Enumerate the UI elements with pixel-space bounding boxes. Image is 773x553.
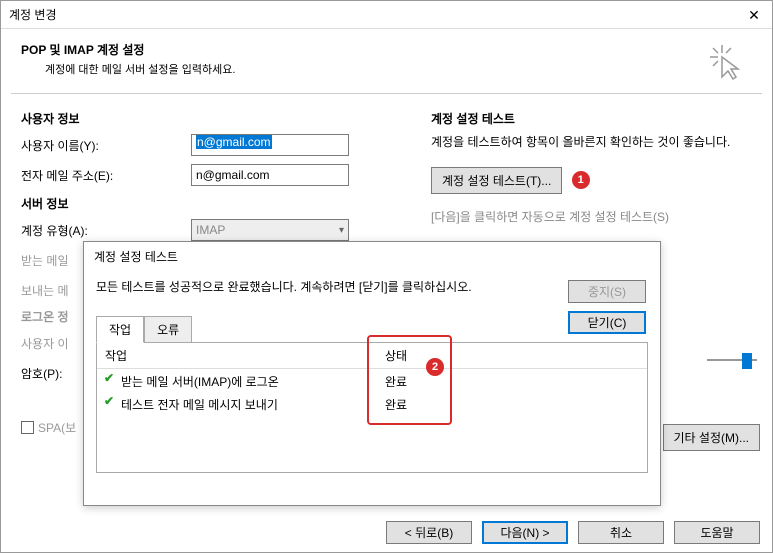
chevron-down-icon: ▾ [339, 225, 344, 236]
col-header-status: 상태 [377, 343, 647, 368]
annotation-badge-1: 1 [572, 171, 590, 189]
user-info-heading: 사용자 정보 [21, 110, 411, 127]
divider [11, 93, 762, 94]
spa-checkbox[interactable] [21, 421, 34, 434]
server-info-heading: 서버 정보 [21, 195, 411, 212]
username-label: 사용자 이름(Y): [21, 137, 191, 154]
header-title: POP 및 IMAP 계정 설정 [21, 41, 706, 58]
task-text: 테스트 전자 메일 메시지 보내기 [121, 394, 377, 413]
account-change-dialog: 계정 변경 ✕ POP 및 IMAP 계정 설정 계정에 대한 메일 서버 설정… [0, 0, 773, 553]
spa-label-partial: SPA(보 [38, 419, 76, 436]
task-status: 완료 [377, 371, 647, 390]
result-tabs: 작업 오류 [96, 315, 648, 343]
header-subtitle: 계정에 대한 메일 서버 설정을 입력하세요. [45, 61, 706, 77]
account-type-label: 계정 유형(A): [21, 222, 191, 239]
cursor-sparkle-icon [706, 41, 746, 81]
col-header-task: 작업 [97, 343, 377, 368]
help-button[interactable]: 도움말 [674, 521, 760, 544]
table-row: ✔ 받는 메일 서버(IMAP)에 로그온 완료 [97, 369, 647, 392]
username-input[interactable]: n@gmail.com [191, 134, 349, 156]
cancel-button[interactable]: 취소 [578, 521, 664, 544]
header: POP 및 IMAP 계정 설정 계정에 대한 메일 서버 설정을 입력하세요. [1, 29, 772, 89]
other-settings-button[interactable]: 기타 설정(M)... [663, 424, 761, 451]
stop-button: 중지(S) [568, 280, 646, 303]
table-row: ✔ 테스트 전자 메일 메시지 보내기 완료 [97, 392, 647, 415]
task-status: 완료 [377, 394, 647, 413]
back-button[interactable]: < 뒤로(B) [386, 521, 472, 544]
task-text: 받는 메일 서버(IMAP)에 로그온 [121, 371, 377, 390]
wizard-buttons: < 뒤로(B) 다음(N) > 취소 도움말 [386, 521, 760, 544]
window-title: 계정 변경 [9, 6, 57, 23]
email-label: 전자 메일 주소(E): [21, 167, 191, 184]
test-description: 계정을 테스트하여 항목이 올바른지 확인하는 것이 좋습니다. [431, 133, 752, 151]
slider-thumb[interactable] [742, 353, 752, 369]
next-button[interactable]: 다음(N) > [482, 521, 568, 544]
task-table: 작업 상태 ✔ 받는 메일 서버(IMAP)에 로그온 완료 ✔ 테스트 전자 … [96, 343, 648, 473]
close-icon[interactable]: ✕ [744, 5, 764, 25]
check-icon: ✔ [97, 371, 121, 390]
tab-tasks[interactable]: 작업 [96, 316, 144, 343]
tab-errors[interactable]: 오류 [144, 316, 192, 343]
slider-partial[interactable] [707, 351, 762, 371]
account-type-select: IMAP ▾ [191, 219, 349, 241]
test-account-button[interactable]: 계정 설정 테스트(T)... [431, 167, 562, 194]
test-results-dialog: 계정 설정 테스트 모든 테스트를 성공적으로 완료했습니다. 계속하려면 [닫… [83, 241, 661, 506]
titlebar: 계정 변경 ✕ [1, 1, 772, 29]
inner-dialog-title: 계정 설정 테스트 [84, 242, 660, 270]
check-icon: ✔ [97, 394, 121, 413]
inner-success-message: 모든 테스트를 성공적으로 완료했습니다. 계속하려면 [닫기]를 클릭하십시오… [96, 278, 648, 295]
test-heading: 계정 설정 테스트 [431, 110, 752, 127]
auto-test-label-partial: [다음]을 클릭하면 자동으로 계정 설정 테스트(S) [431, 210, 669, 224]
annotation-badge-2: 2 [426, 358, 444, 376]
email-input[interactable] [191, 164, 349, 186]
